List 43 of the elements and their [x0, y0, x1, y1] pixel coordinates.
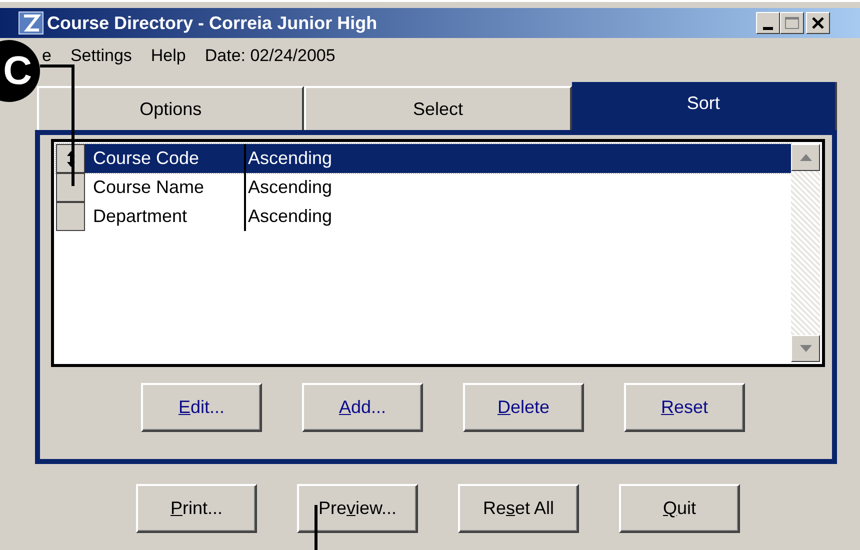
maximize-icon: [785, 17, 799, 29]
dialog-button[interactable]: Preview...: [297, 484, 418, 533]
minimize-icon: [763, 27, 773, 30]
minimize-button[interactable]: [756, 12, 780, 34]
close-button[interactable]: [806, 12, 830, 34]
table-cell: Ascending: [244, 173, 332, 202]
menu-item[interactable]: Help: [150, 43, 186, 69]
menu-item[interactable]: Settings: [70, 43, 132, 69]
list-row[interactable]: Department Ascending: [56, 202, 791, 231]
dialog-button[interactable]: Print...: [136, 484, 257, 533]
dialog-button[interactable]: Add...: [302, 383, 423, 432]
list-row[interactable]: Course Name Ascending: [56, 173, 791, 202]
tab[interactable]: Options: [37, 86, 304, 130]
dialog-button[interactable]: Delete: [463, 383, 584, 432]
table-cell: Ascending: [244, 202, 332, 231]
window-title: Course Directory - Correia Junior High: [47, 12, 378, 35]
maximize-button[interactable]: [780, 12, 804, 34]
menu-item[interactable]: Date: 02/24/2005: [204, 43, 336, 69]
scroll-bar[interactable]: [791, 144, 820, 362]
list-row[interactable]: Course Code Ascending: [56, 144, 791, 173]
app-logo-icon: [18, 11, 44, 35]
menu-item[interactable]: e: [42, 43, 52, 69]
dialog-button[interactable]: Edit...: [141, 383, 262, 432]
table-cell: Ascending: [244, 144, 332, 173]
tab[interactable]: Select: [304, 86, 572, 130]
down-arrow-icon: [800, 345, 812, 352]
dialog-button[interactable]: Reset All: [458, 484, 579, 533]
row-handle[interactable]: [56, 202, 85, 231]
table-cell-text: Course Code: [92, 147, 200, 170]
row-handle[interactable]: [56, 173, 85, 202]
table-cell-text: Department: [92, 205, 188, 228]
scroll-up-button[interactable]: [791, 144, 820, 171]
up-arrow-icon: [800, 154, 812, 161]
row-handle[interactable]: [56, 144, 85, 173]
scroll-down-button[interactable]: [791, 335, 820, 362]
dialog-button[interactable]: Reset: [624, 383, 745, 432]
table-cell-text: Course Name: [92, 176, 206, 199]
callout-badge: C: [0, 40, 40, 102]
close-icon: [812, 17, 824, 29]
tab[interactable]: Sort: [572, 82, 837, 130]
leader-line: [313, 505, 319, 550]
move-arrows-icon: [66, 150, 76, 168]
dialog-button[interactable]: Quit: [619, 484, 740, 533]
